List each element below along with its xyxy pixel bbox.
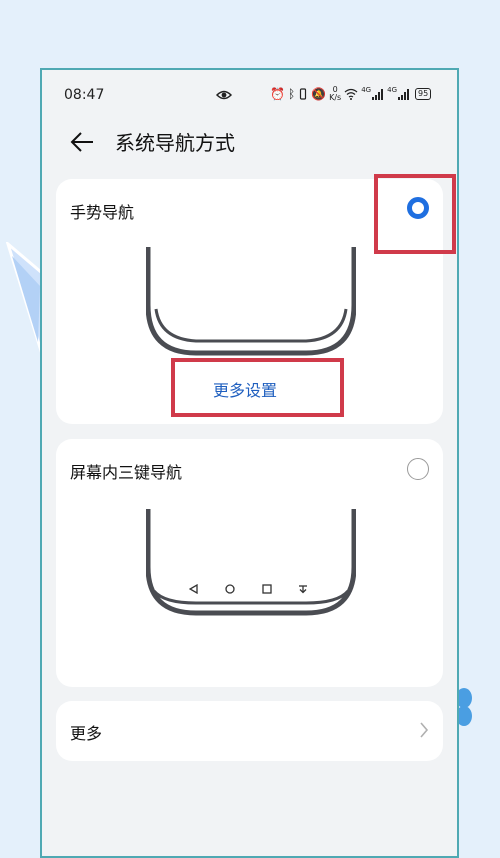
wifi-icon bbox=[344, 88, 358, 100]
three-key-navigation-radio[interactable] bbox=[407, 458, 429, 480]
home-circle-icon bbox=[225, 584, 235, 594]
status-bar: 08:47 ⏰ ᛒ 🔕 0 K/s 4G 4G 95 bbox=[42, 70, 457, 122]
gesture-phone-illustration bbox=[146, 247, 356, 356]
radio-highlight-box bbox=[374, 174, 456, 254]
back-arrow-icon[interactable] bbox=[68, 128, 96, 156]
eye-icon bbox=[216, 90, 232, 100]
bluetooth-icon: ᛒ bbox=[287, 87, 296, 101]
alarm-icon: ⏰ bbox=[270, 87, 285, 101]
status-time: 08:47 bbox=[64, 87, 105, 103]
page-title: 系统导航方式 bbox=[115, 131, 235, 155]
more-label: 更多 bbox=[70, 724, 103, 743]
network-speed: 0 K/s bbox=[329, 86, 341, 102]
mute-icon: 🔕 bbox=[311, 87, 327, 101]
three-key-phone-illustration bbox=[146, 509, 356, 616]
three-key-navigation-label: 屏幕内三键导航 bbox=[70, 463, 183, 482]
more-row[interactable]: 更多 bbox=[56, 701, 443, 761]
vibrate-icon bbox=[300, 88, 307, 100]
network-speed-unit: K/s bbox=[329, 93, 342, 102]
back-triangle-icon bbox=[189, 584, 198, 594]
recents-square-icon bbox=[262, 584, 272, 594]
signal-icon-1 bbox=[372, 88, 384, 100]
signal-label-1: 4G bbox=[361, 86, 372, 94]
signal-label-2: 4G bbox=[387, 86, 397, 94]
signal-icon-2 bbox=[398, 88, 409, 100]
phone-screen: 08:47 ⏰ ᛒ 🔕 0 K/s 4G 4G 95 系统导航方式 手势导航 更… bbox=[40, 68, 459, 858]
three-key-navigation-card[interactable]: 屏幕内三键导航 bbox=[56, 439, 443, 687]
gesture-navigation-label: 手势导航 bbox=[70, 203, 135, 222]
chevron-right-icon bbox=[420, 722, 429, 738]
title-bar: 系统导航方式 bbox=[42, 122, 457, 162]
more-settings-highlight-box bbox=[171, 358, 344, 417]
battery-icon: 95 bbox=[415, 88, 432, 100]
notification-down-icon bbox=[299, 585, 307, 594]
status-icons: ⏰ ᛒ 🔕 0 K/s 4G 4G 95 bbox=[270, 86, 432, 102]
